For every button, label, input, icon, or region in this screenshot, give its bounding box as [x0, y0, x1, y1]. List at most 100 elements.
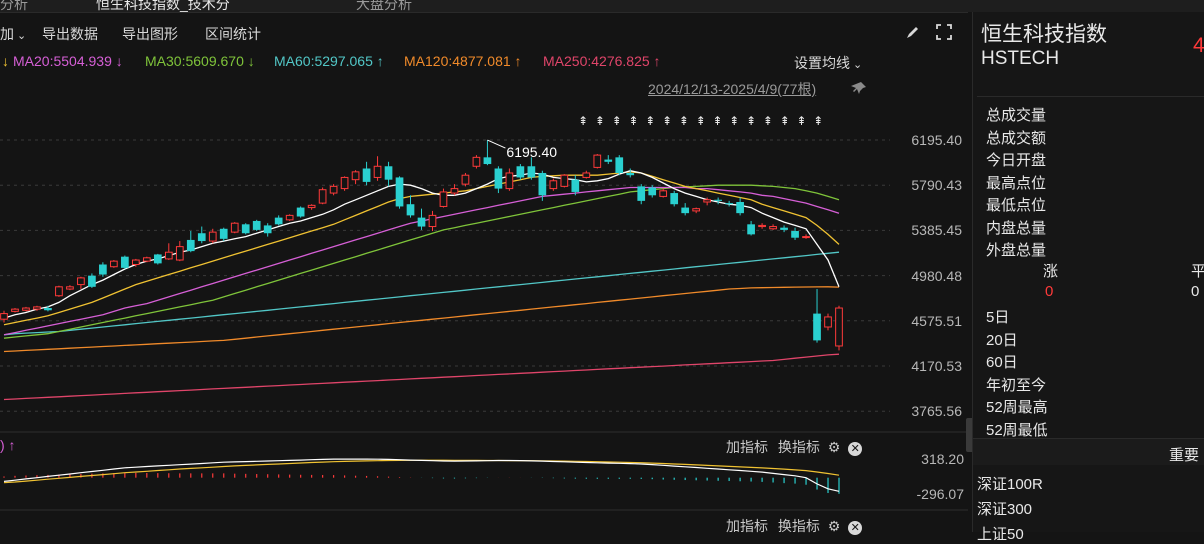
candle-body [22, 307, 30, 311]
candle-body [450, 188, 459, 194]
range-stats-button[interactable]: 区间统计 [205, 24, 261, 44]
up-arrow-icon: ⇞ [763, 114, 773, 128]
price-axis-label: 4575.51 [911, 312, 962, 329]
switch-indicator-button[interactable]: 换指标 [778, 439, 820, 455]
window-tab-strip: 分析 恒生科技指数_技术分 大盘分析 [0, 0, 1204, 12]
section-title: 重要 [1169, 447, 1200, 464]
candle-body [351, 171, 360, 181]
candle-body [142, 257, 151, 262]
candle-body [252, 220, 261, 230]
close-icon[interactable]: ✕ [848, 442, 863, 456]
tab-market-analysis[interactable]: 大盘分析 [356, 0, 412, 12]
candle-body [307, 204, 316, 209]
up-arrow-icon: ⇞ [612, 114, 622, 128]
candle-body [0, 313, 8, 320]
candle-body [692, 208, 701, 212]
index-list-item[interactable]: 深证100R [977, 473, 1043, 494]
ma-settings-dropdown[interactable]: 设置均线 ⌄ [794, 53, 862, 73]
flat-count: 0 [1191, 283, 1200, 300]
add-indicator-button[interactable]: 加指标 [726, 439, 768, 455]
candle-body [835, 307, 843, 347]
index-list-item[interactable]: 深证300 [977, 498, 1032, 519]
candle-body [110, 260, 118, 268]
candle-body [241, 224, 250, 234]
candle-body [274, 217, 283, 225]
gear-icon[interactable]: ⚙ [828, 439, 841, 455]
price-axis-label: 4980.48 [911, 267, 962, 284]
candle-body [615, 157, 624, 173]
close-icon[interactable]: ✕ [848, 521, 863, 535]
stat-label: 总成交量 [986, 107, 1047, 124]
high-marker: 6195.40 [487, 139, 557, 160]
ma250-line [3, 353, 840, 401]
up-arrow-icon: ⇞ [628, 114, 638, 128]
period-label: 年初至今 [986, 376, 1047, 394]
candle-body [395, 177, 404, 207]
up-arrow-icon: ⇞ [645, 114, 655, 128]
up-arrow-icon: ⇞ [712, 114, 722, 128]
export-chart-button[interactable]: 导出图形 [122, 24, 178, 44]
price-axis-label: 3765.56 [911, 403, 962, 420]
candle-body [208, 231, 217, 242]
candle-body [461, 174, 470, 185]
pin-icon[interactable] [851, 80, 867, 96]
candle-body [714, 199, 722, 201]
index-list-item[interactable]: 上证50 [977, 523, 1024, 544]
tab-hstech-technical[interactable]: 恒生科技指数_技术分 [96, 0, 230, 12]
indicator2-controls: 加指标 换指标 ⚙ ✕ [726, 516, 863, 536]
draw-pen-icon[interactable] [903, 22, 923, 42]
tab-analysis[interactable]: 分析 [0, 0, 28, 12]
kline-chart[interactable]: ⇞ ⇞ ⇞ ⇞ ⇞ ⇞ ⇞ ⇞ ⇞ ⇞ ⇞ ⇞ ⇞ ⇞ ⇞ 6195.40 [0, 96, 968, 532]
export-data-button[interactable]: 导出数据 [42, 24, 98, 44]
candle-body [285, 214, 294, 221]
candle-body [648, 187, 657, 196]
stat-label: 内盘总量 [986, 219, 1047, 237]
candle-body [736, 201, 744, 214]
candle-body [472, 156, 481, 167]
candle-body [637, 186, 646, 201]
chart-toolbar: 加 ⌄ 导出数据 导出图形 区间统计 [0, 16, 968, 48]
period-label: 20日 [986, 331, 1018, 349]
flat-label: 平 [1191, 263, 1204, 280]
candle-body [670, 193, 679, 205]
add-dropdown[interactable]: 加 ⌄ [0, 24, 26, 44]
candle-body [362, 168, 371, 182]
candle-body [802, 236, 810, 239]
fullscreen-icon[interactable] [934, 22, 954, 42]
ma250-value: MA250:4276.825 ↑ [543, 53, 661, 69]
candle-body [329, 185, 338, 194]
period-label: 52周最高 [986, 399, 1048, 416]
panel-divider [977, 96, 1204, 97]
up-arrow-icon: ⇞ [796, 114, 806, 128]
ma10-line [3, 171, 840, 326]
stat-label: 今日开盘 [986, 152, 1047, 169]
chevron-down-icon: ⌄ [853, 59, 863, 71]
candle-body [121, 256, 129, 268]
ma10-arrow: ↓ [2, 53, 9, 69]
candle-body [384, 166, 393, 180]
candle-body [505, 172, 514, 190]
candle-body [494, 168, 503, 189]
candle-body [560, 174, 569, 187]
candle-body [33, 306, 41, 310]
candle-body [373, 165, 382, 178]
candle-body [659, 190, 668, 197]
ma-settings-label: 设置均线 [794, 55, 850, 71]
up-arrow-icon: ⇞ [746, 114, 756, 128]
change-indicator: 4 [1193, 34, 1204, 57]
candle-body [769, 226, 777, 230]
candle-body [582, 172, 591, 178]
candle-body [703, 199, 712, 203]
stat-label: 外盘总量 [986, 242, 1047, 259]
candle-body [791, 231, 799, 238]
candle-body [428, 214, 437, 228]
up-arrow-icon: ⇞ [662, 114, 672, 128]
up-arrow-icon: ⇞ [813, 114, 823, 128]
price-axis-label: 5385.45 [911, 222, 962, 239]
candle-body [175, 246, 184, 261]
candle-body [340, 176, 349, 190]
candle-body [131, 259, 140, 265]
ma20-value: MA20:5504.939 ↓ [13, 53, 123, 69]
candle-body [219, 228, 228, 239]
price-axis-label: 4170.53 [911, 358, 962, 374]
